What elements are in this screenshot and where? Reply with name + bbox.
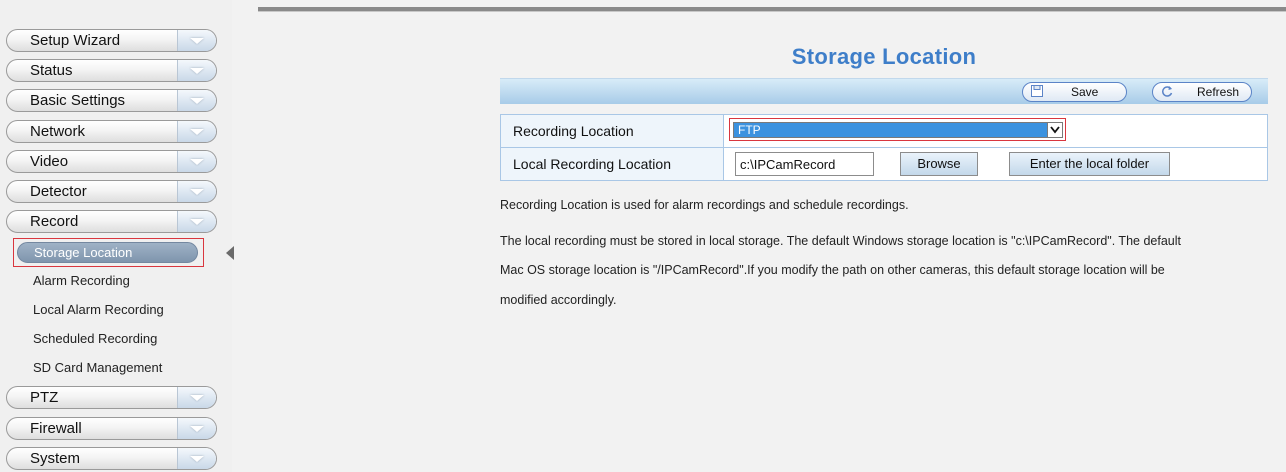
menu-firewall[interactable]: Firewall — [6, 417, 217, 440]
menu-status[interactable]: Status — [6, 59, 217, 82]
submenu-item-sd-card-management[interactable]: SD Card Management — [33, 360, 162, 375]
menu-basic-settings[interactable]: Basic Settings — [6, 89, 217, 112]
expand-tab — [177, 151, 216, 172]
recording-location-cell: FTP — [723, 114, 1268, 148]
menu-label: Basic Settings — [30, 92, 126, 109]
menu-label: Setup Wizard — [30, 32, 121, 49]
form-row-local-recording-location: Local Recording Location Browse Enter th… — [500, 147, 1268, 181]
chevron-down-icon — [190, 129, 204, 135]
refresh-icon — [1162, 86, 1173, 97]
menu-label: Status — [30, 62, 73, 79]
sidebar: Setup Wizard Status Basic Settings Netwo… — [0, 0, 234, 472]
local-path-input[interactable] — [735, 152, 874, 176]
menu-video[interactable]: Video — [6, 150, 217, 173]
menu-setup-wizard[interactable]: Setup Wizard — [6, 29, 217, 52]
expand-tab — [177, 30, 216, 51]
local-recording-location-cell: Browse Enter the local folder — [723, 147, 1268, 181]
floppy-disk-icon — [1031, 85, 1043, 97]
expand-tab — [177, 90, 216, 111]
enter-local-folder-button[interactable]: Enter the local folder — [1009, 152, 1170, 176]
menu-label: Network — [30, 123, 86, 140]
submenu-item-scheduled-recording[interactable]: Scheduled Recording — [33, 331, 157, 346]
help-text-line: Mac OS storage location is "/IPCamRecord… — [500, 263, 1165, 277]
menu-ptz[interactable]: PTZ — [6, 386, 217, 409]
form-row-recording-location: Recording Location FTP — [500, 114, 1268, 148]
refresh-button[interactable]: Refresh — [1152, 82, 1252, 102]
save-label: Save — [1071, 85, 1099, 99]
toolbar: Save Refresh — [500, 78, 1268, 104]
chevron-down-icon — [190, 68, 204, 74]
content-top-rule — [258, 7, 1286, 12]
chevron-down-icon — [190, 38, 204, 44]
settings-form: Recording Location FTP Local Recording L… — [500, 114, 1268, 181]
menu-label: PTZ — [30, 389, 59, 406]
expand-tab — [177, 448, 216, 469]
selection-pointer-icon — [226, 246, 234, 260]
menu-label: Record — [30, 213, 79, 230]
expand-tab — [177, 387, 216, 408]
menu-system[interactable]: System — [6, 447, 217, 470]
chevron-down-icon — [1050, 126, 1060, 134]
menu-label: Detector — [30, 183, 87, 200]
expand-tab — [177, 121, 216, 142]
expand-tab — [177, 418, 216, 439]
menu-record[interactable]: Record — [6, 210, 217, 233]
recording-location-select[interactable]: FTP — [733, 122, 1063, 138]
refresh-label: Refresh — [1197, 85, 1240, 99]
help-text-line: modified accordingly. — [500, 293, 617, 307]
highlight-box: FTP — [729, 118, 1066, 141]
menu-network[interactable]: Network — [6, 120, 217, 143]
chevron-down-icon — [190, 189, 204, 195]
dropdown-arrow[interactable] — [1047, 122, 1063, 138]
chevron-down-icon — [190, 395, 204, 401]
help-text-line: Recording Location is used for alarm rec… — [500, 198, 909, 212]
expand-tab — [177, 211, 216, 232]
submenu-item-storage-location[interactable]: Storage Location — [17, 242, 198, 263]
menu-label: Video — [30, 153, 69, 170]
page-title: Storage Location — [791, 44, 977, 69]
submenu-label: Storage Location — [34, 245, 133, 260]
submenu-item-local-alarm-recording[interactable]: Local Alarm Recording — [33, 302, 164, 317]
save-button[interactable]: Save — [1022, 82, 1127, 102]
select-value: FTP — [738, 123, 761, 137]
expand-tab — [177, 181, 216, 202]
recording-location-label: Recording Location — [500, 114, 724, 148]
help-text-line: The local recording must be stored in lo… — [500, 234, 1181, 248]
menu-label: Firewall — [30, 420, 82, 437]
local-recording-location-label: Local Recording Location — [500, 147, 724, 181]
chevron-down-icon — [190, 219, 204, 225]
chevron-down-icon — [190, 159, 204, 165]
expand-tab — [177, 60, 216, 81]
menu-detector[interactable]: Detector — [6, 180, 217, 203]
highlight-box: Storage Location — [13, 238, 204, 267]
chevron-down-icon — [190, 98, 204, 104]
menu-label: System — [30, 450, 81, 467]
submenu-item-alarm-recording[interactable]: Alarm Recording — [33, 273, 130, 288]
chevron-down-icon — [190, 426, 204, 432]
browse-button[interactable]: Browse — [900, 152, 978, 176]
chevron-down-icon — [190, 456, 204, 462]
